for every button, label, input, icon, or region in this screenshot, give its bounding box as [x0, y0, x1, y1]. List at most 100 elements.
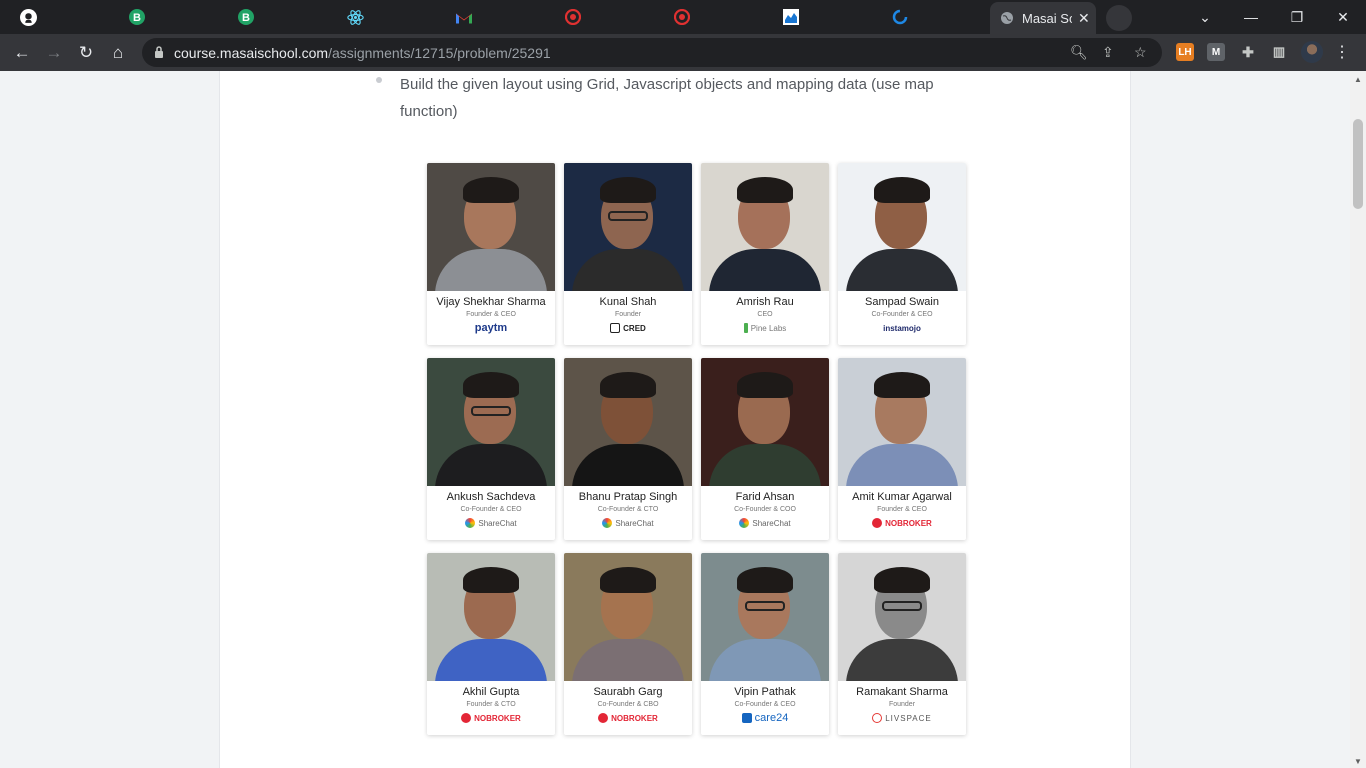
assignment-instruction: Build the given layout using Grid, Javas… — [400, 76, 934, 120]
scrollbar[interactable]: ▲ ▼ — [1350, 71, 1366, 768]
company-logo-mark-icon — [602, 518, 613, 528]
founder-photo — [838, 358, 966, 486]
restore-button[interactable]: ❐ — [1274, 0, 1320, 34]
founder-card: Farid Ahsan Co-Founder & COO ShareChat — [701, 358, 829, 540]
company-logo: NOBROKER — [564, 712, 692, 724]
company-logo: paytm — [427, 322, 555, 334]
company-logo-mark-icon — [598, 713, 609, 723]
company-logo: ShareChat — [427, 517, 555, 529]
company-name: care24 — [754, 712, 789, 724]
profile-avatar[interactable] — [1301, 41, 1323, 63]
founder-card: Kunal Shah Founder CRED — [564, 163, 692, 345]
company-name: NOBROKER — [885, 518, 932, 528]
founders-grid: Vijay Shekhar Sharma Founder & CEO paytm Ku… — [427, 163, 966, 735]
company-logo: ShareChat — [564, 517, 692, 529]
company-name: instamojo — [883, 323, 921, 333]
founder-role: Co-Founder & CEO — [871, 311, 933, 318]
refresh-ring-icon[interactable] — [889, 6, 911, 28]
founder-name: Ankush Sachdeva — [446, 491, 536, 503]
target-icon[interactable] — [671, 6, 693, 28]
lighthouse-extension-icon[interactable]: LH — [1176, 43, 1194, 61]
globe-icon — [1001, 12, 1013, 24]
founder-photo — [564, 553, 692, 681]
target-icon[interactable] — [562, 6, 584, 28]
company-logo: Pine Labs — [701, 322, 829, 334]
founder-card: Bhanu Pratap Singh Co-Founder & CTO ShareC… — [564, 358, 692, 540]
founder-name: Akhil Gupta — [462, 686, 520, 698]
founder-role: Co-Founder & CBO — [597, 701, 659, 708]
close-tab-icon[interactable]: ✕ — [1078, 10, 1090, 27]
founder-name: Kunal Shah — [599, 296, 657, 308]
extensions-puzzle-icon[interactable]: ✚ — [1239, 43, 1257, 61]
founder-role: Co-Founder & CEO — [460, 506, 522, 513]
company-logo: instamojo — [838, 322, 966, 334]
company-logo: ShareChat — [701, 517, 829, 529]
medium-extension-icon[interactable]: M — [1207, 43, 1225, 61]
company-logo-mark-icon — [739, 518, 750, 528]
tab-strip: B B Masai Sc ✕ ⌄ — ❐ ✕ — [0, 0, 1366, 34]
menu-kebab-icon[interactable]: ⋮ — [1334, 42, 1350, 62]
company-name: ShareChat — [752, 518, 791, 528]
founder-name: Saurabh Garg — [593, 686, 663, 698]
bootstrap-icon[interactable]: B — [235, 6, 257, 28]
founder-card: Sampad Swain Co-Founder & CEO instamojo — [838, 163, 966, 345]
bookmark-star-icon[interactable]: ☆ — [1134, 44, 1147, 61]
founder-photo — [427, 163, 555, 291]
founder-card: Amrish Rau CEO Pine Labs — [701, 163, 829, 345]
tab-active[interactable]: Masai Sc ✕ — [990, 2, 1096, 34]
scrollbar-thumb[interactable] — [1353, 119, 1363, 209]
company-name: ShareChat — [478, 518, 517, 528]
forward-icon[interactable]: → — [41, 40, 67, 66]
reports-icon[interactable] — [780, 6, 802, 28]
founder-role: Founder & CEO — [877, 506, 927, 513]
founder-role: Founder — [614, 311, 642, 318]
scroll-down-icon[interactable]: ▼ — [1354, 757, 1362, 766]
founder-card: Vipin Pathak Co-Founder & CEO care24 — [701, 553, 829, 735]
company-logo: care24 — [701, 712, 829, 724]
founder-photo — [564, 358, 692, 486]
founder-role: Co-Founder & COO — [734, 506, 796, 513]
company-name: NOBROKER — [474, 713, 521, 723]
company-logo: CRED — [564, 322, 692, 334]
company-logo-mark-icon — [872, 518, 883, 528]
founder-name: Sampad Swain — [865, 296, 939, 308]
home-icon[interactable]: ⌂ — [105, 40, 131, 66]
github-icon[interactable] — [17, 6, 39, 28]
reload-icon[interactable]: ↻ — [73, 40, 99, 66]
founder-photo — [564, 163, 692, 291]
gmail-icon[interactable] — [453, 6, 475, 28]
side-panel-icon[interactable]: ▥ — [1270, 43, 1288, 61]
founder-name: Vijay Shekhar Sharma — [436, 296, 546, 308]
bootstrap-icon[interactable]: B — [126, 6, 148, 28]
share-icon[interactable]: ⇪ — [1102, 44, 1114, 61]
react-icon[interactable] — [344, 6, 366, 28]
founder-name: Farid Ahsan — [735, 491, 795, 503]
founder-role: CEO — [757, 311, 773, 318]
founder-role: Founder & CTO — [466, 701, 516, 708]
close-window-button[interactable]: ✕ — [1320, 0, 1366, 34]
founder-name: Vipin Pathak — [734, 686, 796, 698]
zoom-icon[interactable]: 🔍︎ — [1070, 44, 1088, 61]
founder-card: Saurabh Garg Co-Founder & CBO NOBROKER — [564, 553, 692, 735]
founder-photo — [701, 163, 829, 291]
company-logo-mark-icon — [741, 713, 752, 723]
founder-name: Bhanu Pratap Singh — [578, 491, 678, 503]
founder-card: Ramakant Sharma Founder LIVSPACE — [838, 553, 966, 735]
company-logo-mark-icon — [610, 323, 621, 333]
company-name: CRED — [623, 323, 646, 333]
minimize-button[interactable]: — — [1228, 0, 1274, 34]
new-tab-button[interactable] — [1106, 5, 1132, 31]
founder-role: Co-Founder & CEO — [734, 701, 796, 708]
tab-title: Masai Sc — [1022, 10, 1072, 26]
address-bar[interactable]: course.masaischool.com/assignments/12715… — [142, 38, 1162, 67]
founder-role: Founder & CEO — [466, 311, 516, 318]
company-name: ShareChat — [615, 518, 654, 528]
company-logo: LIVSPACE — [838, 712, 966, 724]
back-icon[interactable]: ← — [9, 40, 35, 66]
scroll-up-icon[interactable]: ▲ — [1354, 75, 1362, 84]
svg-text:B: B — [133, 12, 141, 24]
company-logo: NOBROKER — [838, 517, 966, 529]
founder-card: Vijay Shekhar Sharma Founder & CEO paytm — [427, 163, 555, 345]
tab-search-icon[interactable]: ⌄ — [1182, 0, 1228, 34]
founder-name: Amit Kumar Agarwal — [852, 491, 952, 503]
